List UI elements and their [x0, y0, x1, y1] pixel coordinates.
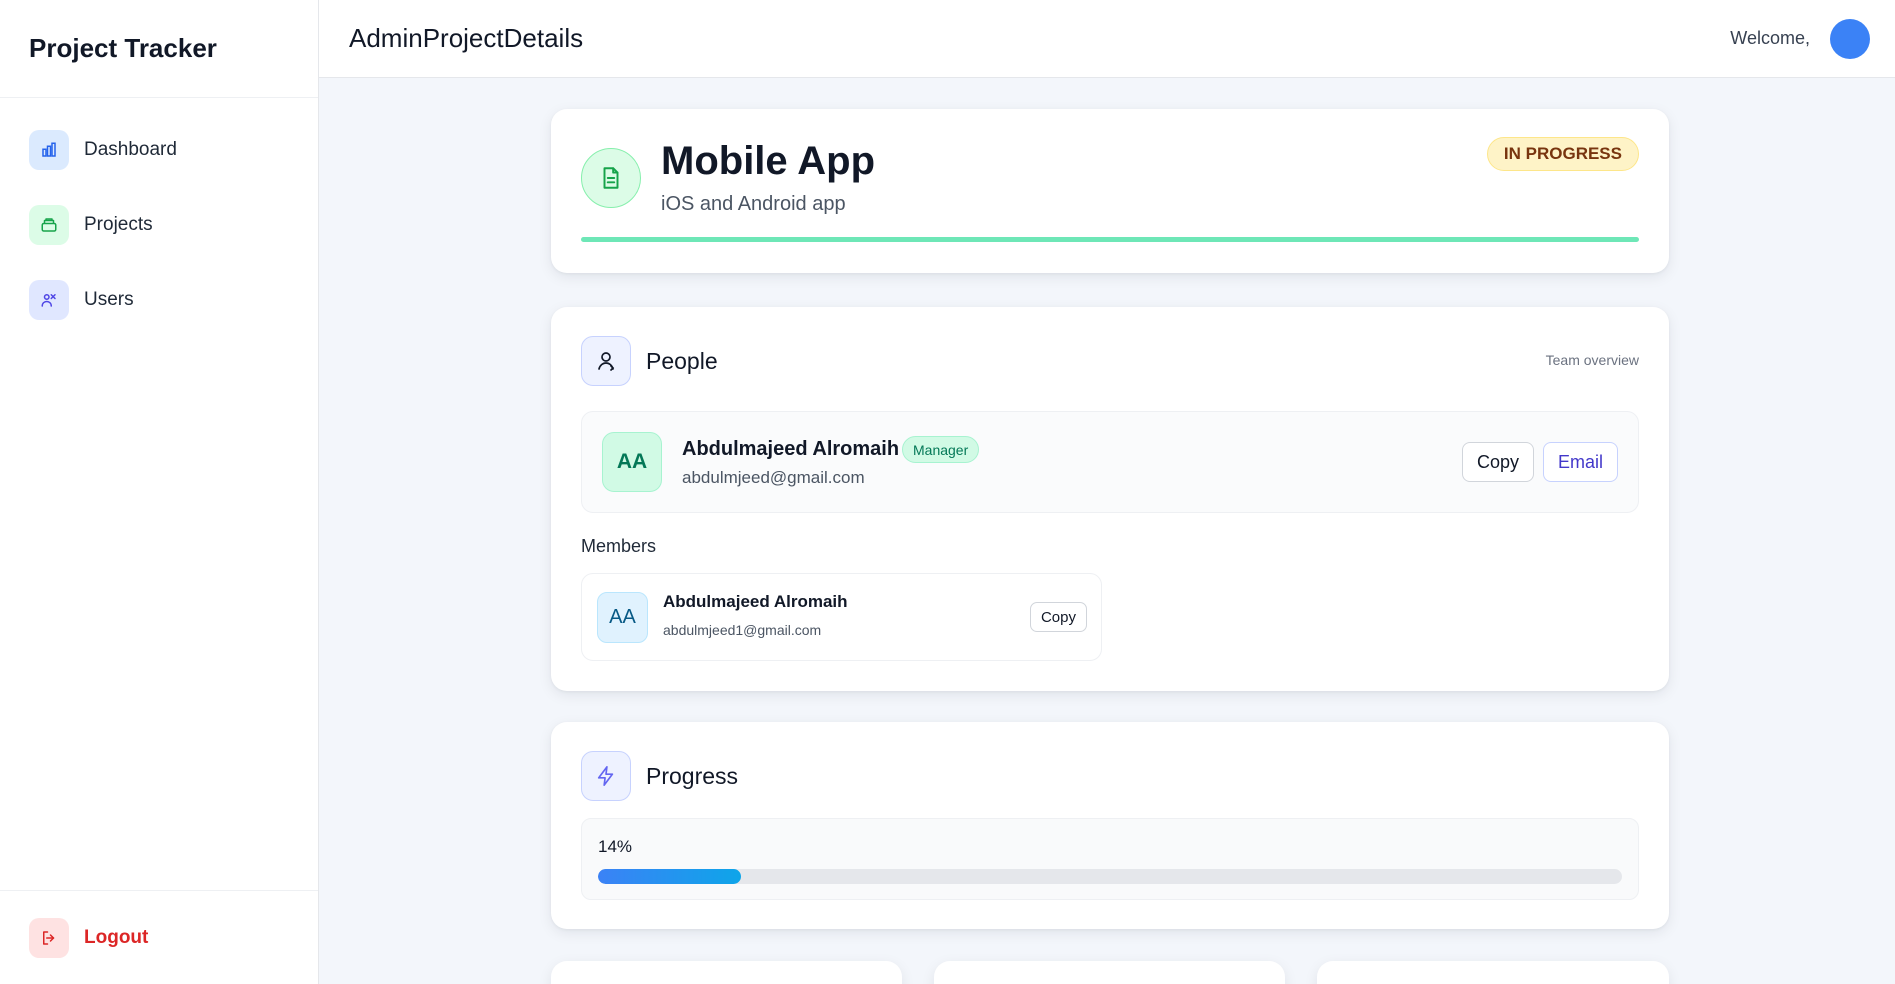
logout-icon — [29, 917, 69, 958]
sidebar-footer: Logout — [0, 890, 318, 984]
sidebar: Project Tracker Dashboard Projects Users… — [0, 0, 319, 984]
progress-title: Progress — [646, 763, 739, 789]
copy-manager-email-button[interactable]: Copy — [1461, 442, 1534, 482]
member-card: AA Abdulmajeed Alromaih abdulmjeed1@gmai… — [581, 573, 1102, 661]
role-badge: Manager — [902, 436, 980, 463]
progress-bar-fill — [598, 869, 742, 884]
top-header: AdminProjectDetails Welcome, — [319, 0, 1895, 78]
summary-card — [551, 961, 902, 984]
people-icon — [581, 336, 631, 386]
logout-button[interactable]: Logout — [29, 917, 149, 958]
manager-email: abdulmjeed@gmail.com — [682, 468, 865, 487]
team-overview-label: Team overview — [1545, 352, 1639, 368]
copy-member-email-button[interactable]: Copy — [1029, 602, 1087, 632]
people-title: People — [646, 348, 718, 374]
logout-label: Logout — [84, 926, 149, 948]
status-badge: IN PROGRESS — [1486, 137, 1639, 171]
manager-name: Abdulmajeed Alromaih — [682, 438, 900, 460]
sidebar-item-label: Dashboard — [84, 139, 177, 160]
project-accent-bar — [581, 237, 1639, 242]
brand-title: Project Tracker — [0, 0, 318, 98]
sidebar-item-projects[interactable]: Projects — [29, 205, 318, 245]
summary-card — [1317, 961, 1669, 984]
bar-chart-icon — [29, 130, 69, 170]
sidebar-item-dashboard[interactable]: Dashboard — [29, 130, 318, 170]
members-label: Members — [581, 536, 657, 556]
sidebar-item-users[interactable]: Users — [29, 280, 318, 320]
users-icon — [29, 280, 69, 320]
summary-card — [934, 961, 1285, 984]
progress-bar — [598, 869, 1622, 884]
main-content: Mobile App iOS and Android app IN PROGRE… — [319, 79, 1895, 984]
member-name: Abdulmajeed Alromaih — [663, 592, 848, 611]
folder-icon — [29, 205, 69, 245]
member-email: abdulmjeed1@gmail.com — [663, 622, 822, 638]
page-title: AdminProjectDetails — [349, 23, 584, 53]
sidebar-item-label: Users — [84, 289, 134, 310]
avatar[interactable] — [1830, 18, 1870, 59]
sidebar-item-label: Projects — [84, 214, 153, 235]
welcome-text: Welcome, — [1730, 28, 1810, 48]
progress-card: Progress 14% — [551, 722, 1669, 929]
project-name: Mobile App — [661, 139, 876, 183]
manager-avatar: AA — [602, 432, 662, 492]
document-icon — [581, 148, 641, 208]
member-avatar: AA — [597, 592, 648, 643]
progress-percent: 14% — [598, 837, 633, 856]
manager-card: AA Abdulmajeed Alromaih Manager abdulmje… — [581, 411, 1639, 513]
progress-box: 14% — [581, 818, 1639, 900]
email-manager-button[interactable]: Email — [1542, 442, 1618, 482]
sidebar-nav: Dashboard Projects Users — [0, 98, 318, 320]
lightning-icon — [581, 751, 631, 801]
header-user: Welcome, — [1730, 18, 1870, 59]
project-header-card: Mobile App iOS and Android app IN PROGRE… — [551, 109, 1669, 273]
people-card: People Team overview AA Abdulmajeed Alro… — [551, 307, 1669, 691]
project-description: iOS and Android app — [661, 193, 846, 215]
